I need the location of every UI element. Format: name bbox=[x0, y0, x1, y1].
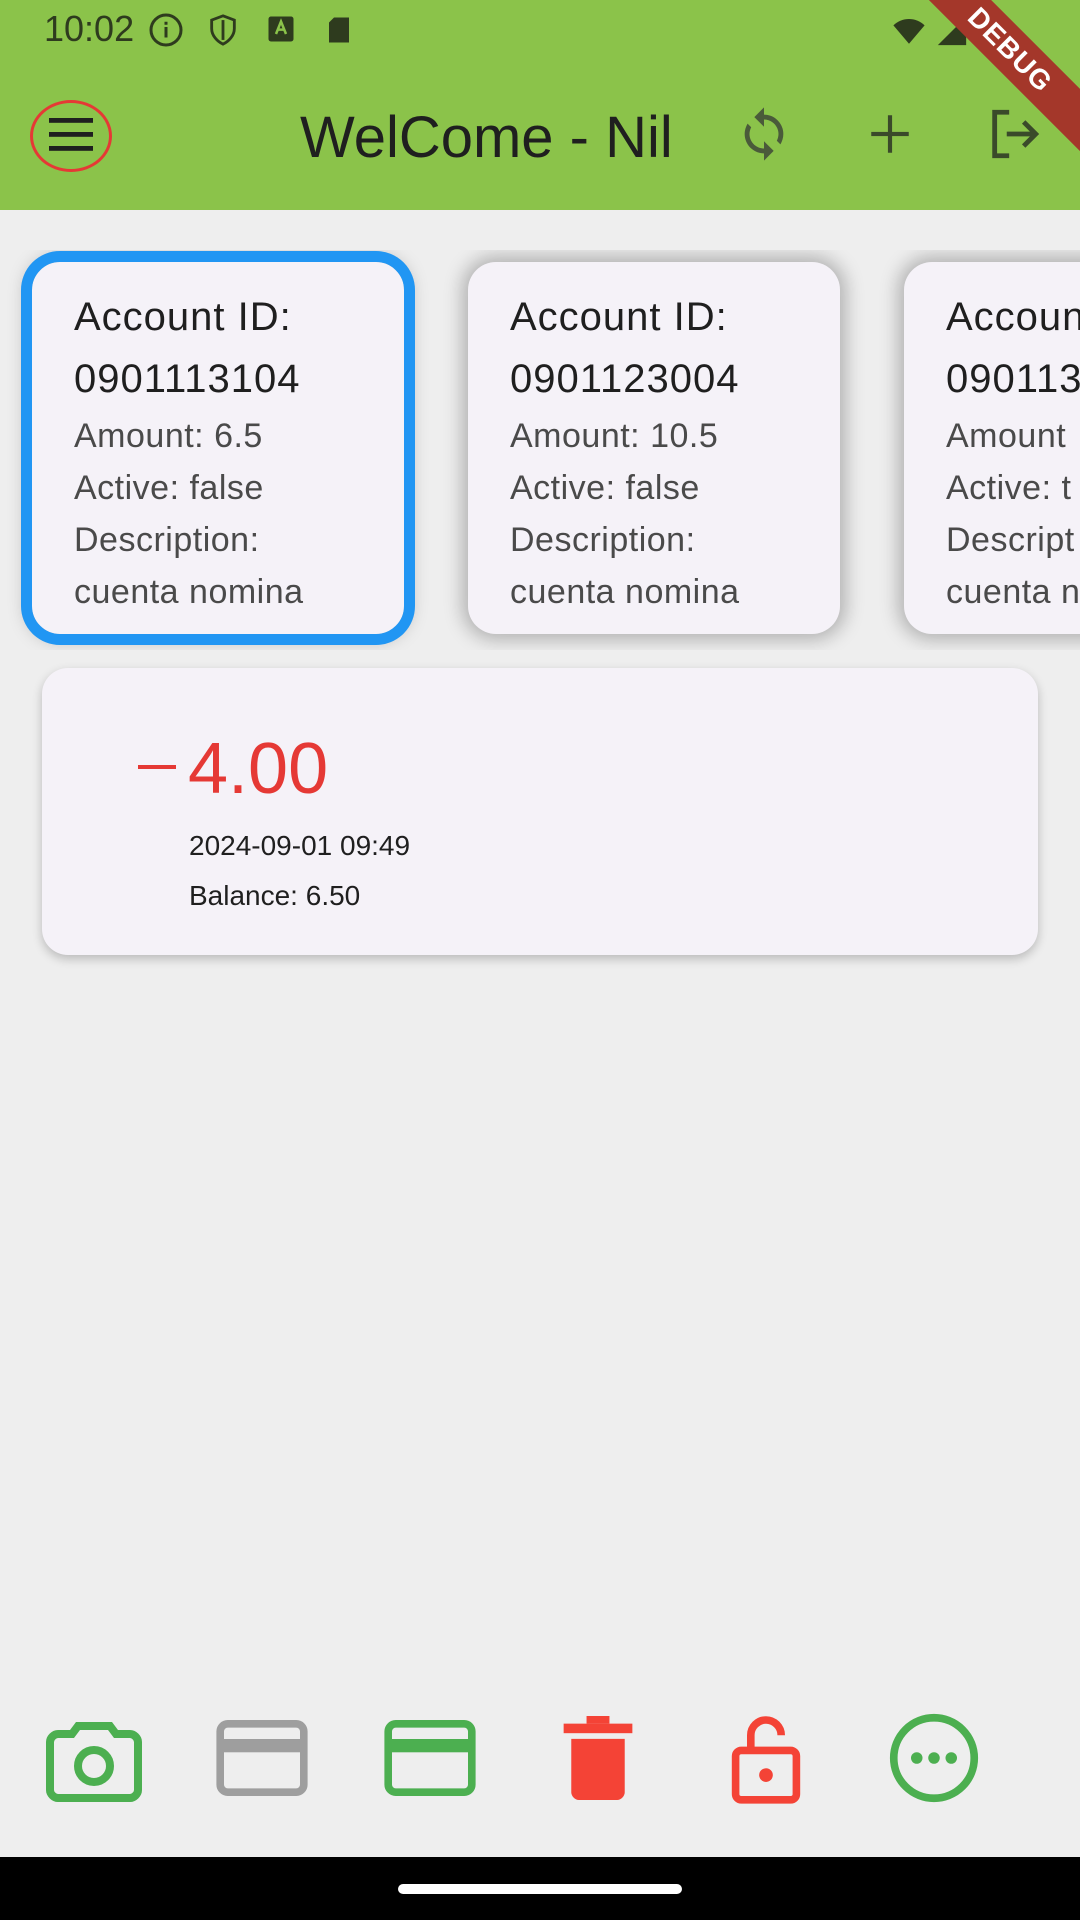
card-button[interactable] bbox=[380, 1710, 480, 1810]
page-title: WelCome - Nil bbox=[300, 105, 673, 170]
account-card-partial[interactable]: Accoun 090113 Amount Active: t Descript … bbox=[904, 262, 1080, 634]
home-handle[interactable] bbox=[398, 1884, 682, 1894]
account-active: Active: false bbox=[74, 469, 264, 507]
camera-button[interactable] bbox=[44, 1710, 144, 1810]
delete-icon bbox=[563, 1715, 633, 1805]
card-disabled-icon bbox=[216, 1719, 308, 1801]
add-button[interactable] bbox=[858, 104, 922, 168]
transaction-balance: Balance: 6.50 bbox=[189, 880, 361, 911]
account-id-label: Accoun bbox=[946, 295, 1080, 339]
a-badge-icon bbox=[266, 12, 296, 51]
account-active: Active: t bbox=[946, 469, 1072, 507]
bottom-toolbar bbox=[0, 1710, 1080, 1820]
hamburger-icon bbox=[47, 114, 95, 159]
camera-icon bbox=[46, 1713, 142, 1808]
toolbar: WelCome - Nil bbox=[0, 70, 1080, 200]
unlock-button[interactable] bbox=[716, 1710, 816, 1810]
accounts-carousel[interactable]: Account ID: 0901113104 Amount: 6.5 Activ… bbox=[0, 250, 1080, 650]
card-disabled-button[interactable] bbox=[212, 1710, 312, 1810]
info-icon bbox=[148, 12, 184, 53]
transaction-date: 2024-09-01 09:49 bbox=[189, 830, 411, 861]
shield-icon bbox=[206, 12, 240, 53]
status-time: 10:02 bbox=[44, 8, 135, 49]
sd-card-icon bbox=[324, 12, 354, 53]
account-description: cuenta n bbox=[946, 573, 1080, 611]
account-id: 0901113104 bbox=[74, 357, 301, 401]
menu-button[interactable] bbox=[30, 100, 112, 172]
card-icon bbox=[384, 1719, 476, 1801]
account-description-label: Descript bbox=[946, 521, 1075, 559]
refresh-button[interactable] bbox=[732, 104, 796, 168]
account-id: 090113 bbox=[946, 357, 1080, 401]
account-id-label: Account ID: bbox=[510, 295, 728, 339]
account-id-label: Account ID: bbox=[74, 295, 292, 339]
account-amount: Amount: 6.5 bbox=[74, 417, 263, 455]
account-card[interactable]: Account ID: 0901123004 Amount: 10.5 Acti… bbox=[468, 262, 840, 634]
logout-icon bbox=[985, 105, 1043, 168]
system-nav-bar bbox=[0, 1857, 1080, 1920]
transaction-amount: 4.00 bbox=[188, 729, 329, 809]
account-description-label: Description: bbox=[74, 521, 260, 559]
delete-button[interactable] bbox=[548, 1710, 648, 1810]
account-active: Active: false bbox=[510, 469, 700, 507]
more-button[interactable] bbox=[884, 1710, 984, 1810]
account-card-selected[interactable]: Account ID: 0901113104 Amount: 6.5 Activ… bbox=[21, 251, 415, 645]
app-bar: 10:02 WelCome - Nil DEBUG bbox=[0, 0, 1080, 210]
status-bar: 10:02 bbox=[0, 0, 1080, 62]
add-icon bbox=[865, 109, 915, 164]
debit-sign-icon bbox=[138, 765, 176, 769]
transaction-card[interactable]: 4.00 2024-09-01 09:49 Balance: 6.50 bbox=[42, 668, 1038, 955]
unlock-icon bbox=[728, 1712, 804, 1809]
account-amount: Amount bbox=[946, 417, 1067, 455]
wifi-icon bbox=[888, 14, 930, 53]
account-id: 0901123004 bbox=[510, 357, 740, 401]
account-description: cuenta nomina bbox=[74, 573, 304, 611]
account-amount: Amount: 10.5 bbox=[510, 417, 719, 455]
account-description-label: Description: bbox=[510, 521, 696, 559]
more-icon bbox=[888, 1712, 980, 1809]
account-description: cuenta nomina bbox=[510, 573, 740, 611]
refresh-icon bbox=[735, 105, 793, 168]
logout-button[interactable] bbox=[982, 104, 1046, 168]
